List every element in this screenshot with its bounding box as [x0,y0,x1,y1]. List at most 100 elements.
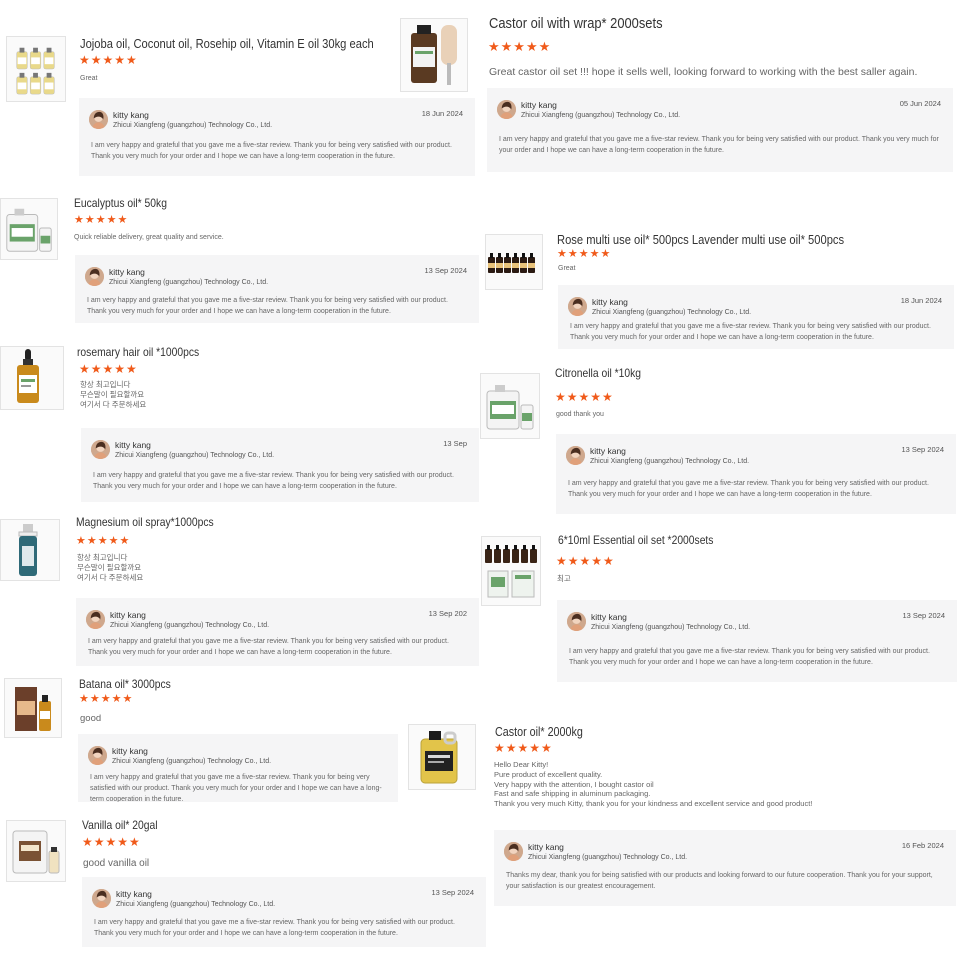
review-comment: 항상 최고입니다 무슨말이 필요할까요 여기서 다 주문하세요 [80,380,147,409]
oil-bottles-set-icon [7,37,65,101]
seller-name: kitty kang [528,842,564,852]
seller-company: Zhicui Xiangfeng (guangzhou) Technology … [112,758,272,765]
seller-reply: kitty kang Zhicui Xiangfeng (guangzhou) T… [75,255,479,323]
product-thumbnail[interactable] [0,519,60,581]
review-comment: Hello Dear Kitty! Pure product of excell… [494,760,813,808]
vanilla-oil-drum-icon [7,821,65,881]
product-thumbnail[interactable] [0,346,64,410]
reply-date: 05 Jun 2024 [899,99,941,108]
star-rating: ★★★★★ [79,53,138,67]
product-thumbnail[interactable] [480,373,540,439]
product-title[interactable]: Rose multi use oil* 500pcs Lavender mult… [557,232,844,247]
product-title[interactable]: Magnesium oil spray*1000pcs [76,515,214,529]
product-thumbnail[interactable] [485,234,543,290]
star-rating: ★★★★★ [79,362,138,376]
seller-company: Zhicui Xiangfeng (guangzhou) Technology … [521,112,681,119]
product-thumbnail[interactable] [0,198,58,260]
product-thumbnail[interactable] [400,18,468,92]
star-rating: ★★★★★ [555,390,614,404]
product-title[interactable]: Castor oil* 2000kg [495,725,583,739]
seller-company: Zhicui Xiangfeng (guangzhou) Technology … [592,309,752,316]
avatar [566,446,585,465]
star-rating: ★★★★★ [76,535,131,547]
reply-date: 13 Sep 202 [428,609,467,618]
reply-text: I am very happy and grateful that you ga… [94,919,455,938]
product-title[interactable]: rosemary hair oil *1000pcs [77,345,199,359]
reply-date: 13 Sep 2024 [902,611,945,620]
seller-name: kitty kang [521,100,557,110]
reply-text: I am very happy and grateful that you ga… [569,648,930,667]
seller-company: Zhicui Xiangfeng (guangzhou) Technology … [591,624,751,631]
seller-reply: kitty kang Zhicui Xiangfeng (guangzhou) T… [78,734,398,802]
reply-text: I am very happy and grateful that you ga… [93,472,454,491]
seller-name: kitty kang [115,440,151,450]
oil-drum-icon [1,199,57,259]
product-thumbnail[interactable] [6,820,66,882]
reply-date: 13 Sep 2024 [431,888,474,897]
reply-text: I am very happy and grateful that you ga… [499,136,939,155]
star-rating: ★★★★★ [494,741,553,755]
reply-date: 18 Jun 2024 [421,109,463,118]
product-title[interactable]: Eucalyptus oil* 50kg [74,196,167,210]
avatar [85,267,104,286]
review-comment: good vanilla oil [83,858,150,869]
review-comment: Great [80,75,98,82]
product-title[interactable]: Jojoba oil, Coconut oil, Rosehip oil, Vi… [80,36,374,51]
seller-company: Zhicui Xiangfeng (guangzhou) Technology … [528,854,688,861]
avatar [88,746,107,765]
product-title[interactable]: Citronella oil *10kg [555,366,641,380]
product-thumbnail[interactable] [6,36,66,102]
seller-reply: kitty kang Zhicui Xiangfeng (guangzhou) T… [79,98,475,176]
reply-date: 18 Jun 2024 [900,296,942,305]
reply-text: I am very happy and grateful that you ga… [568,480,929,499]
review-comment: 최고 [557,574,571,583]
seller-reply: kitty kang Zhicui Xiangfeng (guangzhou) T… [81,428,479,502]
star-rating: ★★★★★ [488,39,552,54]
seller-name: kitty kang [112,746,148,756]
avatar [92,889,111,908]
product-title[interactable]: Vanilla oil* 20gal [82,818,158,832]
product-thumbnail[interactable] [481,536,541,606]
seller-reply: kitty kang Zhicui Xiangfeng (guangzhou) T… [494,830,956,906]
seller-company: Zhicui Xiangfeng (guangzhou) Technology … [115,452,275,459]
seller-company: Zhicui Xiangfeng (guangzhou) Technology … [590,458,750,465]
seller-reply: kitty kang Zhicui Xiangfeng (guangzhou) T… [487,88,953,172]
avatar [89,110,108,129]
star-rating: ★★★★★ [79,693,134,705]
dropper-bottle-icon [1,347,63,409]
seller-name: kitty kang [113,110,149,120]
star-rating: ★★★★★ [82,835,141,849]
product-thumbnail[interactable] [4,678,62,738]
seller-reply: kitty kang Zhicui Xiangfeng (guangzhou) T… [76,598,479,666]
reply-text: I am very happy and grateful that you ga… [87,297,448,316]
avatar [91,440,110,459]
seller-name: kitty kang [110,610,146,620]
spray-bottle-icon [1,520,59,580]
reply-date: 16 Feb 2024 [901,841,944,850]
review-comment: Quick reliable delivery, great quality a… [74,234,224,241]
seller-reply: kitty kang Zhicui Xiangfeng (guangzhou) T… [556,434,956,514]
seller-name: kitty kang [109,267,145,277]
product-title[interactable]: Batana oil* 3000pcs [79,677,171,691]
avatar [86,610,105,629]
star-rating: ★★★★★ [74,214,129,226]
seller-name: kitty kang [591,612,627,622]
avatar [568,297,587,316]
oil-jug-icon [409,725,475,789]
product-thumbnail[interactable] [408,724,476,790]
seller-name: kitty kang [592,297,628,307]
product-title[interactable]: 6*10ml Essential oil set *2000sets [558,533,713,547]
review-comment: Great castor oil set !!! hope it sells w… [489,66,918,78]
reply-text: I am very happy and grateful that you ga… [88,638,449,657]
batana-oil-box-icon [5,679,61,737]
oil-drum-icon [481,374,539,438]
avatar [567,612,586,631]
product-title[interactable]: Castor oil with wrap* 2000sets [489,15,663,32]
reply-date: 13 Sep 2024 [424,266,467,275]
seller-name: kitty kang [116,889,152,899]
reply-date: 13 Sep 2024 [901,445,944,454]
seller-reply: kitty kang Zhicui Xiangfeng (guangzhou) T… [557,600,957,682]
castor-oil-bottle-icon [401,19,467,91]
seller-reply: kitty kang Zhicui Xiangfeng (guangzhou) T… [82,877,486,947]
seller-company: Zhicui Xiangfeng (guangzhou) Technology … [116,901,276,908]
